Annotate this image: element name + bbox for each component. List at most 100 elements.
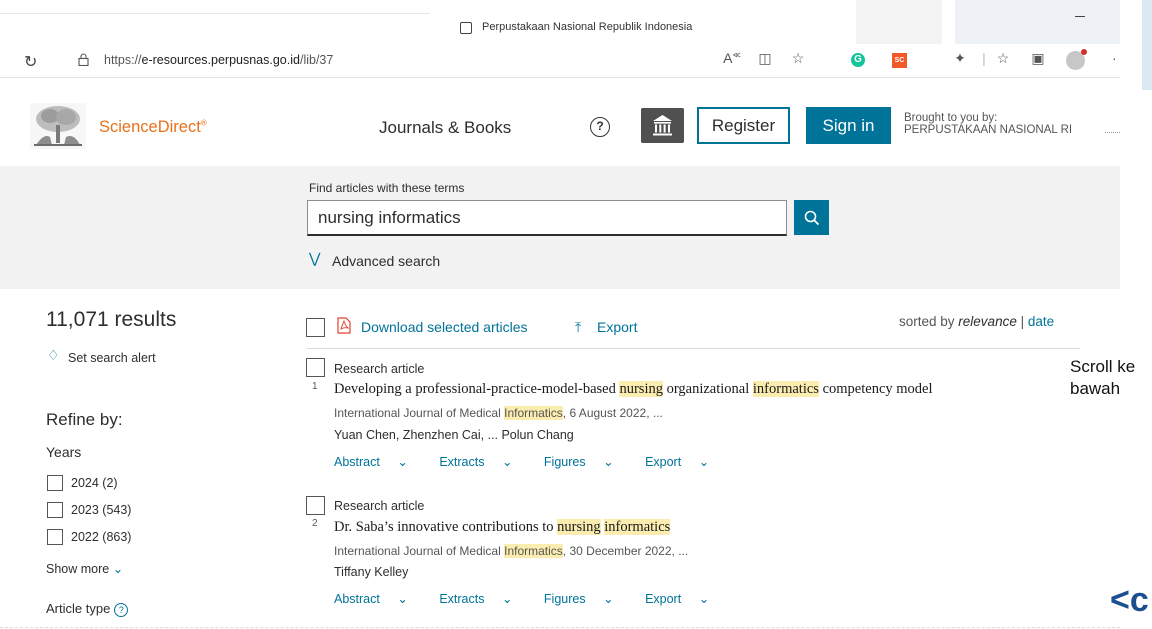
show-more-link[interactable]: Show more ⌄: [46, 561, 123, 576]
reload-icon[interactable]: ↻: [24, 52, 37, 72]
export-toggle[interactable]: Export ⌄: [645, 592, 723, 606]
grammarly-icon[interactable]: G: [851, 53, 865, 67]
double-chevron-down-icon[interactable]: ⋁: [309, 250, 320, 267]
article-source: International Journal of Medical Informa…: [334, 544, 688, 558]
title-bar-tab-strip-right: [955, 0, 1120, 44]
title-bar-tab-strip: [856, 0, 942, 44]
highlighted-term: nursing: [619, 381, 663, 397]
sorted-by-label: sorted by: [899, 314, 955, 329]
result-number: 1: [312, 381, 318, 392]
help-icon[interactable]: ?: [590, 117, 610, 137]
export-label: Export: [645, 455, 682, 469]
favorites-bar-icon[interactable]: ☆: [993, 50, 1013, 67]
split-screen-icon[interactable]: ◫: [755, 50, 775, 67]
abstract-label: Abstract: [334, 455, 380, 469]
collections-icon[interactable]: ▣: [1028, 50, 1048, 67]
url-text[interactable]: https://e-resources.perpusnas.go.id/lib/…: [104, 53, 333, 67]
article-title-link[interactable]: Dr. Saba’s innovative contributions to n…: [334, 519, 671, 536]
pdf-icon: [337, 317, 351, 334]
window-title-bar: Perpustakaan Nasional Republik Indonesia: [0, 0, 1120, 44]
article-authors: Tiffany Kelley: [334, 565, 409, 579]
result-checkbox[interactable]: [306, 358, 325, 377]
article-type: Research article: [334, 499, 425, 513]
export-toggle[interactable]: Export ⌄: [645, 455, 723, 469]
scroll-instruction-line2: bawah: [1070, 379, 1121, 398]
abstract-label: Abstract: [334, 592, 380, 606]
year-checkbox[interactable]: [47, 475, 63, 491]
set-search-alert-link[interactable]: Set search alert: [68, 351, 156, 365]
toolbar-divider: |: [982, 50, 986, 66]
side-panel-accent: [1142, 0, 1152, 90]
result-number: 2: [312, 518, 318, 529]
text-segment: organizational: [662, 381, 753, 397]
article-authors: Yuan Chen, Zhenzhen Cai, ... Polun Chang: [334, 428, 574, 442]
result-actions: Abstract ⌄ Extracts ⌄ Figures ⌄ Export ⌄: [334, 454, 737, 469]
advanced-search-link[interactable]: Advanced search: [332, 253, 440, 269]
highlighted-term: informatics: [752, 381, 819, 397]
text-segment: Developing a professional-practice-model…: [334, 381, 620, 397]
search-icon: [804, 210, 819, 225]
article-source: International Journal of Medical Informa…: [334, 406, 663, 420]
search-button[interactable]: [794, 200, 829, 235]
extracts-toggle[interactable]: Extracts ⌄: [439, 455, 526, 469]
download-selected-link[interactable]: Download selected articles: [361, 319, 528, 335]
bell-icon[interactable]: ♢: [47, 347, 60, 364]
text-segment: , 6 August 2022, ...: [562, 406, 663, 420]
sc-extension-icon[interactable]: SC: [892, 53, 907, 68]
url-prefix: https://: [104, 53, 142, 67]
result-checkbox[interactable]: [306, 496, 325, 515]
figures-toggle[interactable]: Figures ⌄: [544, 592, 628, 606]
url-host: e-resources.perpusnas.go.id: [141, 53, 300, 67]
extensions-icon[interactable]: ✦: [950, 50, 970, 67]
chevron-down-icon: ⌄: [112, 562, 124, 576]
sciencedirect-brand[interactable]: ScienceDirect®: [99, 118, 207, 137]
show-more-label: Show more: [46, 562, 110, 576]
export-link[interactable]: Export: [597, 319, 637, 335]
highlighted-term: nursing: [557, 519, 601, 535]
register-button[interactable]: Register: [697, 107, 790, 144]
profile-avatar[interactable]: [1066, 49, 1087, 70]
help-icon[interactable]: ?: [114, 603, 129, 617]
article-title-link[interactable]: Developing a professional-practice-model…: [334, 381, 933, 398]
year-label: 2023 (543): [71, 503, 132, 517]
text-segment: International Journal of Medical: [334, 544, 505, 558]
elsevier-tree-logo[interactable]: [30, 103, 86, 149]
sort-control: sorted by relevance | date: [899, 314, 1054, 329]
search-input[interactable]: [307, 200, 787, 236]
abstract-toggle[interactable]: Abstract ⌄: [334, 455, 422, 469]
text-segment: Dr. Saba’s innovative contributions to: [334, 519, 558, 535]
journals-books-link[interactable]: Journals & Books: [379, 118, 511, 138]
text-segment: competency model: [818, 381, 933, 397]
year-checkbox[interactable]: [47, 502, 63, 518]
lock-icon[interactable]: [78, 53, 89, 66]
extracts-toggle[interactable]: Extracts ⌄: [439, 592, 526, 606]
year-filter[interactable]: 2023 (543): [47, 502, 131, 518]
extracts-label: Extracts: [439, 592, 485, 606]
title-bar-edge: [0, 0, 430, 14]
abstract-toggle[interactable]: Abstract ⌄: [334, 592, 422, 606]
brand-registered-mark: ®: [200, 118, 207, 128]
sort-date-link[interactable]: date: [1028, 314, 1054, 329]
url-path: /lib/37: [299, 53, 334, 67]
page-icon: [460, 22, 472, 34]
highlighted-term: Informatics: [504, 544, 563, 558]
more-icon[interactable]: ·: [1112, 50, 1117, 66]
chevron-down-icon: ⌄: [397, 592, 408, 606]
year-checkbox[interactable]: [47, 529, 63, 545]
results-count: 11,071 results: [46, 308, 177, 331]
favorite-icon[interactable]: ☆: [788, 50, 808, 67]
sort-relevance[interactable]: relevance: [958, 314, 1017, 329]
brought-label: Brought to you by:: [904, 112, 998, 124]
years-heading: Years: [46, 444, 82, 460]
sign-in-button[interactable]: Sign in: [806, 107, 891, 144]
figures-toggle[interactable]: Figures ⌄: [544, 455, 628, 469]
select-all-checkbox[interactable]: [306, 318, 325, 337]
read-aloud-icon[interactable]: A≪: [722, 50, 742, 66]
minimize-icon[interactable]: [1075, 16, 1085, 17]
chevron-down-icon: ⌄: [698, 592, 710, 606]
export-icon[interactable]: ⤒: [575, 319, 581, 336]
article-type-heading: Article type?: [46, 601, 129, 617]
year-filter[interactable]: 2022 (863): [47, 529, 131, 545]
year-filter[interactable]: 2024 (2): [47, 475, 118, 491]
institution-icon[interactable]: [641, 108, 684, 143]
